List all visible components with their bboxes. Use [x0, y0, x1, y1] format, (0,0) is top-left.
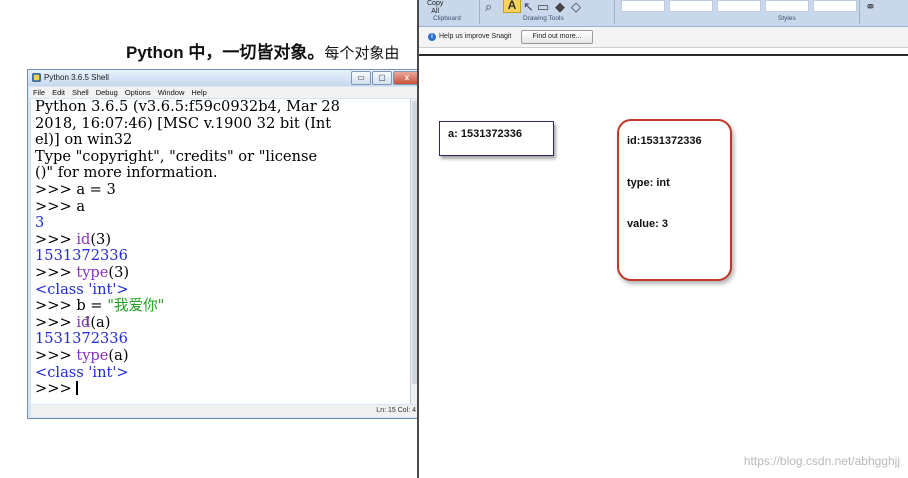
effects-icon[interactable]: ⚭ [865, 0, 876, 15]
cursor-position: Ln: 15 Col: 4 [376, 407, 416, 414]
styles-group-label: Styles [778, 15, 796, 22]
output-line: 1531372336 [35, 330, 128, 348]
text-tool-button[interactable]: A [503, 0, 521, 13]
clipboard-group-label: Clipboard [433, 15, 461, 22]
prompt: >>> [35, 180, 72, 198]
object-box: id:1531372336 type: int value: 3 [617, 119, 732, 281]
copy-all-button[interactable]: Copy All [427, 0, 443, 16]
input-line: >>> b = "我爱你" [35, 297, 165, 315]
menu-shell[interactable]: Shell [72, 87, 89, 98]
text-cursor [76, 381, 79, 396]
ibeam-cursor-icon: I [84, 315, 91, 328]
minimize-button[interactable]: ▭ [351, 71, 371, 85]
maximize-button[interactable]: ▢ [372, 71, 392, 85]
banner-line: 2018, 16:07:46) [MSC v.1900 32 bit (Int [35, 114, 332, 132]
style-swatch[interactable] [717, 0, 761, 12]
shape-tool-icon[interactable]: ▭ [537, 0, 549, 15]
input-line: >>> a = 3 [35, 180, 116, 198]
banner-line: Python 3.6.5 (v3.6.5:f59c0932b4, Mar 28 [35, 99, 340, 115]
input-line: >>> type(3) [35, 263, 130, 281]
canvas-divider [419, 54, 908, 56]
menu-file[interactable]: File [33, 87, 45, 98]
input-line: >>> id(a) [35, 313, 111, 331]
variable-box: a: 1531372336 [439, 121, 554, 156]
input-line: >>> type(a) [35, 346, 129, 364]
output-line: 3 [35, 214, 45, 232]
menu-options[interactable]: Options [125, 87, 151, 98]
output-line: <class 'int'> [35, 280, 129, 298]
shell-titlebar[interactable]: Python 3.6.5 Shell ▭ ▢ x [28, 70, 423, 86]
output-line: 1531372336 [35, 247, 128, 265]
drawing-tools-group-label: Drawing Tools [523, 15, 564, 22]
style-swatch[interactable] [621, 0, 665, 12]
shell-editor[interactable]: Python 3.6.5 (v3.6.5:f59c0932b4, Mar 28 2… [31, 99, 410, 404]
info-message: Help us improve Snagit [439, 33, 512, 40]
python-shell-window[interactable]: Python 3.6.5 Shell ▭ ▢ x File Edit Shell… [27, 69, 424, 419]
prompt: >>> [35, 197, 72, 215]
prompt: >>> [35, 346, 72, 364]
object-value-label: value: 3 [627, 218, 668, 230]
ribbon-divider [614, 0, 615, 24]
banner-line: ()" for more information. [35, 164, 218, 182]
menu-edit[interactable]: Edit [52, 87, 65, 98]
input-line[interactable]: >>> [35, 380, 410, 398]
prompt: >>> [35, 230, 72, 248]
input-line: >>> a [35, 197, 86, 215]
info-bar: i Help us improve Snagit Find out more..… [419, 27, 908, 48]
shell-title: Python 3.6.5 Shell [44, 73, 109, 82]
banner-line: Type "copyright", "credits" or "license [35, 147, 318, 165]
style-swatch[interactable] [669, 0, 713, 12]
prompt: >>> [35, 297, 72, 315]
fill-tool-icon[interactable]: ◆ [555, 0, 565, 15]
style-swatch[interactable] [765, 0, 809, 12]
ribbon-divider [859, 0, 860, 24]
slide-heading: Python 中，一切皆对象。每个对象由 [126, 43, 400, 62]
object-id-label: id:1531372336 [627, 135, 702, 147]
ribbon-divider [479, 0, 480, 24]
slide-heading-tail: 每个对象由 [324, 45, 400, 62]
menu-help[interactable]: Help [191, 87, 206, 98]
find-out-more-button[interactable]: Find out more... [521, 30, 593, 44]
prompt: >>> [35, 380, 72, 398]
watermark: https://blog.csdn.net/abhgghjj [743, 454, 900, 468]
python-icon [32, 73, 41, 82]
snagit-ribbon: Copy All Clipboard ⌕ A ↖ ▭ ◆ ◇ Drawing T… [419, 0, 908, 27]
status-bar: Ln: 15 Col: 4 [31, 405, 420, 417]
input-line: >>> id(3) [35, 230, 112, 248]
info-icon: i [428, 33, 436, 41]
style-swatch[interactable] [813, 0, 857, 12]
banner-line: el)] on win32 [35, 131, 133, 149]
shell-menubar: File Edit Shell Debug Options Window Hel… [29, 87, 422, 98]
line-tool-icon[interactable]: ↖ [523, 0, 534, 15]
prompt: >>> [35, 313, 72, 331]
menu-debug[interactable]: Debug [96, 87, 118, 98]
eraser-tool-icon[interactable]: ◇ [571, 0, 581, 15]
menu-window[interactable]: Window [158, 87, 185, 98]
output-line: <class 'int'> [35, 363, 129, 381]
zoom-tool-icon[interactable]: ⌕ [485, 0, 492, 15]
prompt: >>> [35, 263, 72, 281]
object-type-label: type: int [627, 177, 670, 189]
